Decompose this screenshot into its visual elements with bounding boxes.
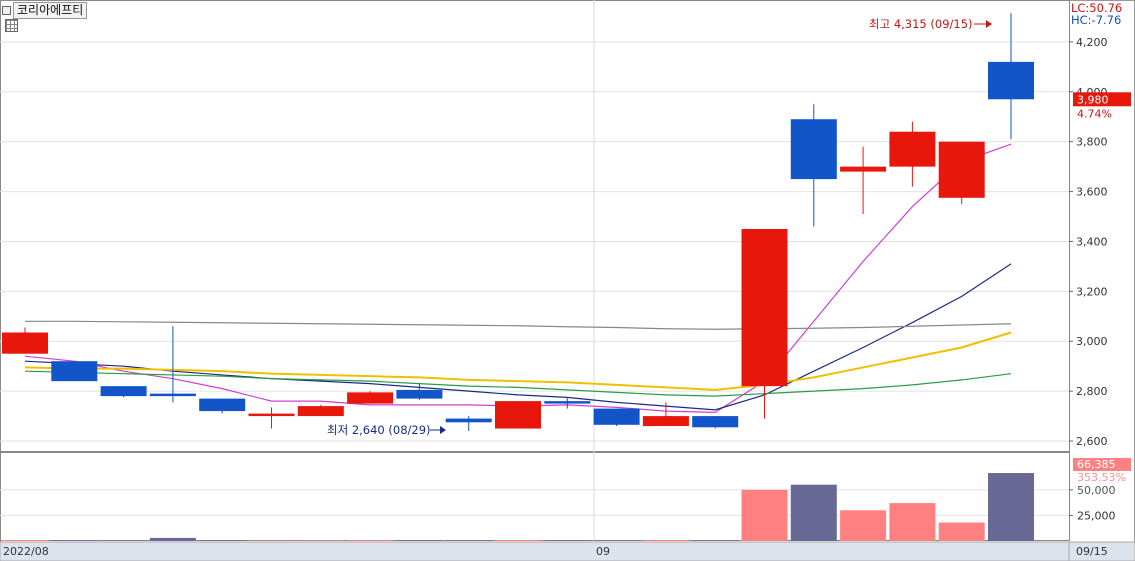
volume-bar <box>297 540 344 541</box>
candle-body <box>889 131 936 167</box>
price-tick-label: 3,800 <box>1076 136 1108 149</box>
candle <box>51 361 98 382</box>
volume-bar <box>2 539 48 541</box>
candle <box>692 416 739 429</box>
candle-body <box>248 413 295 417</box>
candle <box>100 386 147 398</box>
legend-hc: HC:-7.76 <box>1071 13 1121 27</box>
low-annotation: 최저 2,640 (08/29) <box>327 423 431 437</box>
candle-body <box>347 392 394 404</box>
chart-frame <box>0 0 1135 561</box>
candle-body <box>642 416 689 427</box>
volume-bar <box>199 540 246 541</box>
price-tick-label: 3,000 <box>1076 335 1108 348</box>
candle-body <box>593 408 640 425</box>
volume-bar <box>938 522 985 541</box>
candle-body <box>544 401 591 404</box>
candle-body <box>790 119 837 180</box>
toolbar: 코리아에프티 <box>2 2 88 19</box>
candle-body <box>988 61 1034 100</box>
price-tick-label: 2,800 <box>1076 385 1108 398</box>
candle-body <box>692 416 739 428</box>
volume-tick-label: 25,000 <box>1077 509 1116 522</box>
x-axis-strip <box>0 541 1135 561</box>
window-menu-icon[interactable] <box>2 6 11 15</box>
current-volume-pct-label: 353.53% <box>1077 471 1126 484</box>
candle-body <box>100 386 147 397</box>
candle <box>495 401 541 429</box>
candle-body <box>445 418 492 423</box>
candle-body <box>495 401 541 429</box>
price-tick-label: 3,400 <box>1076 235 1108 248</box>
candle-body <box>741 228 788 387</box>
candle-body <box>396 389 443 399</box>
high-annotation: 최고 4,315 (09/15) <box>869 17 973 31</box>
price-tick-label: 3,200 <box>1076 285 1108 298</box>
volume-bar <box>840 510 887 541</box>
volume-bar <box>51 540 98 541</box>
volume-bar <box>149 537 196 541</box>
volume-bar <box>445 540 492 541</box>
current-volume-label: 66,385 <box>1077 458 1116 471</box>
volume-bar <box>741 489 788 541</box>
x-label-month: 09 <box>596 545 610 558</box>
chart-window: 2,6002,8003,0003,2003,4003,6003,8004,000… <box>0 0 1135 561</box>
volume-bar <box>100 540 147 541</box>
stock-title[interactable]: 코리아에프티 <box>13 2 88 19</box>
candle-body <box>149 393 196 397</box>
current-change-label: 4.74% <box>1077 107 1112 120</box>
volume-bar <box>988 473 1034 541</box>
candle <box>938 141 985 205</box>
candle <box>347 391 394 404</box>
candle-body <box>199 398 246 412</box>
volume-bar <box>544 540 591 541</box>
volume-bar <box>396 540 443 541</box>
candle-body <box>2 332 48 354</box>
x-label-end: 09/15 <box>1076 545 1108 558</box>
current-price-label: 3,980 <box>1077 93 1109 106</box>
volume-bar <box>495 540 541 541</box>
candle-body <box>51 361 98 382</box>
candle-body <box>840 166 887 172</box>
candle <box>593 408 640 427</box>
volume-bar <box>347 540 394 541</box>
volume-bar <box>593 540 640 541</box>
price-volume-chart: 2,6002,8003,0003,2003,4003,6003,8004,000… <box>0 0 1135 561</box>
candle-body <box>938 141 985 198</box>
price-tick-label: 3,600 <box>1076 186 1108 199</box>
x-label-start: 2022/08 <box>3 545 49 558</box>
table-grid-icon[interactable] <box>5 19 18 32</box>
volume-bar <box>692 540 739 541</box>
volume-bar <box>642 540 689 541</box>
volume-bar <box>790 484 837 541</box>
price-tick-label: 2,600 <box>1076 435 1108 448</box>
volume-tick-label-partial: 50,000 <box>1077 484 1116 497</box>
candle <box>297 404 344 417</box>
candle-body <box>297 406 344 417</box>
price-tick-label: 4,200 <box>1076 36 1108 49</box>
volume-bar <box>889 503 936 541</box>
